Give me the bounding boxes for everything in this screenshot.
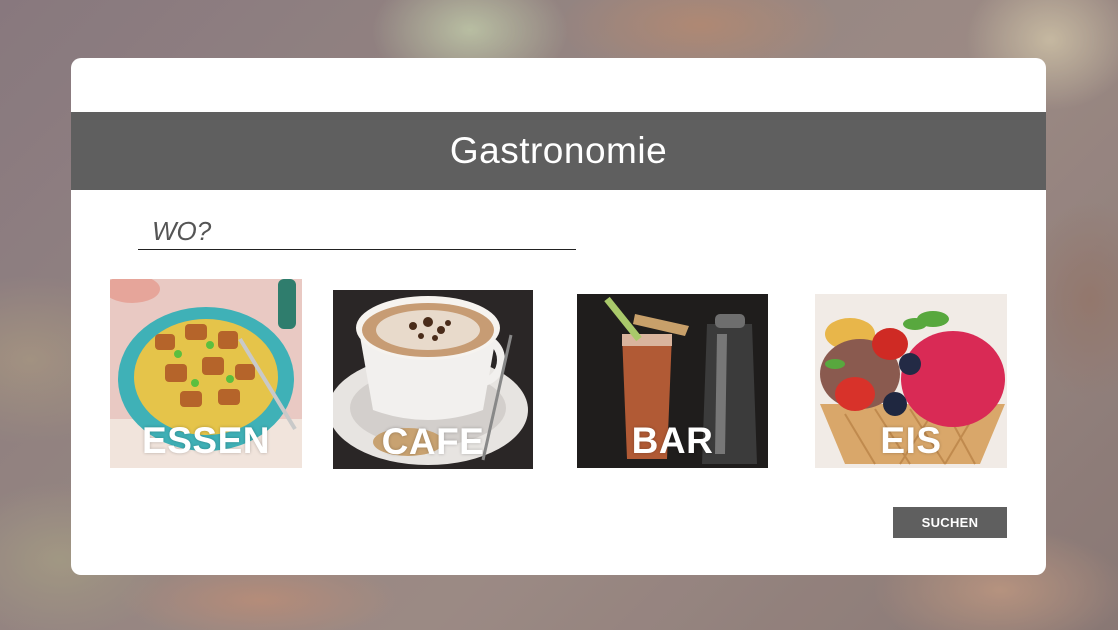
category-label: ESSEN xyxy=(142,420,270,461)
category-label: BAR xyxy=(631,420,714,461)
search-button[interactable]: SUCHEN xyxy=(893,507,1007,538)
category-eis[interactable]: EIS xyxy=(815,294,1007,468)
category-label: CAFE xyxy=(381,421,485,462)
gastronomy-panel: Gastronomie WO? ESSEN CAFE BAR EIS SUCHE… xyxy=(71,58,1046,575)
category-essen[interactable]: ESSEN xyxy=(110,279,302,468)
category-label: EIS xyxy=(880,420,942,461)
location-input[interactable] xyxy=(152,214,562,248)
category-cafe[interactable]: CAFE xyxy=(333,290,533,469)
page-title-text: Gastronomie xyxy=(449,130,668,171)
category-bar[interactable]: BAR xyxy=(577,294,768,468)
location-search xyxy=(138,210,576,250)
page-title: Gastronomie xyxy=(71,112,1046,190)
